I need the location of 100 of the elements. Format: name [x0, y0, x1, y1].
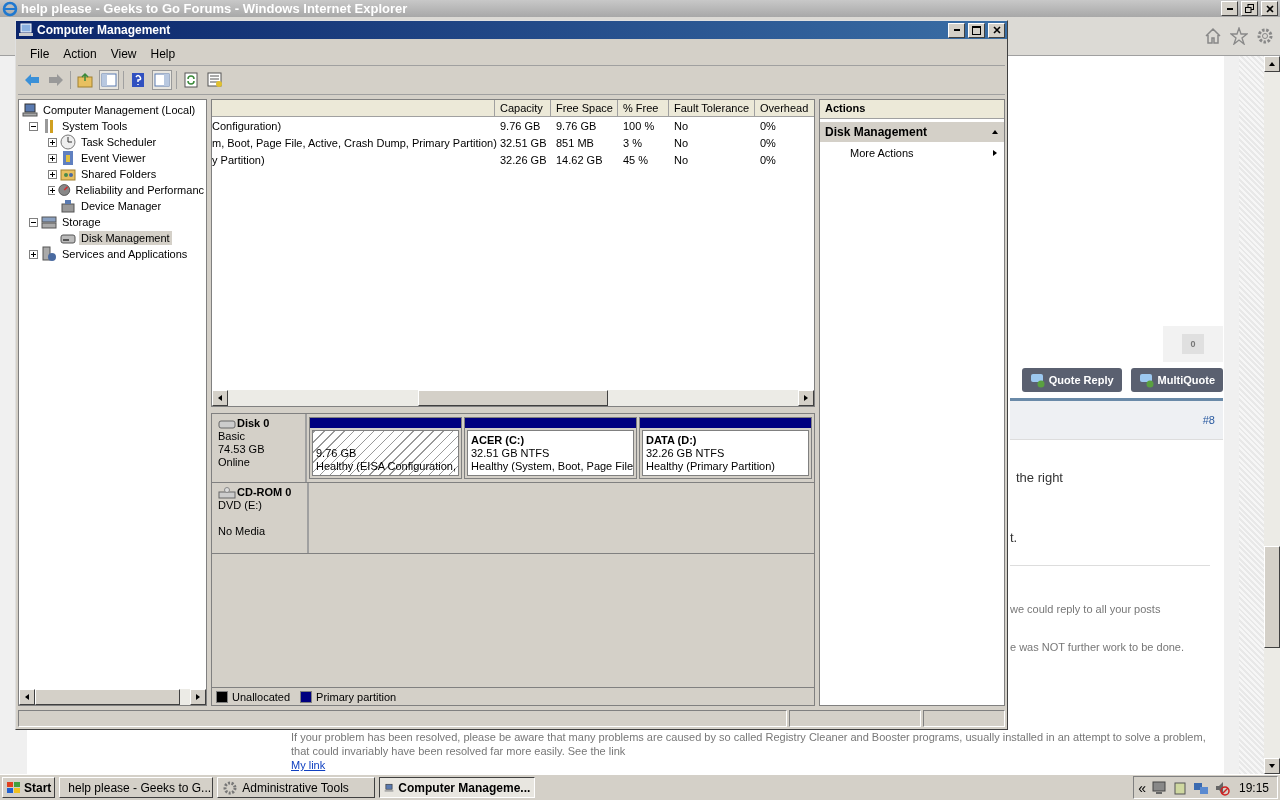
column-header[interactable]: Capacity: [494, 100, 550, 116]
menu-item[interactable]: Help: [144, 45, 182, 63]
maximize-button[interactable]: [968, 22, 985, 38]
table-cell-text: 14.62 GB: [555, 153, 604, 166]
arrow-icon: [23, 693, 31, 701]
services-icon: [41, 246, 57, 262]
computer-icon: [22, 102, 38, 118]
close-button[interactable]: [1261, 1, 1278, 16]
close-button[interactable]: [988, 22, 1005, 38]
minimize-icon: [1226, 7, 1233, 10]
windows-logo-icon: [6, 779, 22, 796]
restore-icon: [1245, 4, 1254, 13]
column-header[interactable]: Free Space: [550, 100, 617, 116]
tree-item[interactable]: Event Viewer: [79, 151, 148, 165]
post-number[interactable]: #8: [1202, 414, 1215, 426]
forward-arrow-icon: [48, 72, 64, 88]
tree-item[interactable]: Disk Management: [79, 231, 172, 245]
minimize-icon: [953, 29, 960, 31]
actions-title: Actions: [820, 100, 1004, 119]
browser-logo-icon: [2, 0, 18, 17]
column-header[interactable]: % Free: [617, 100, 668, 116]
expand-icon[interactable]: [48, 153, 57, 163]
table-cell-text: 0%: [759, 136, 777, 149]
tree-item[interactable]: Computer Management (Local): [41, 103, 198, 117]
speech-bubble-icon: [1029, 372, 1046, 388]
post-text: t.: [1010, 530, 1019, 545]
tree-item[interactable]: Services and Applications: [60, 247, 190, 261]
cd-drive-icon: [218, 486, 236, 499]
arrow-icon: [1268, 60, 1276, 68]
home-icon: [1204, 27, 1222, 45]
disk-drive-icon: [218, 417, 236, 430]
signature-text: that could invariably have been resolved far more easily. See the link: [291, 744, 627, 758]
expand-icon[interactable]: [29, 249, 38, 259]
refresh-icon: [183, 72, 199, 88]
partition[interactable]: ACER (C:) 32.51 GB NTFS Healthy (System, Boot, Page File: [464, 417, 637, 479]
table-cell-text: 9.76 GB: [499, 119, 542, 132]
tray-expand-button[interactable]: «: [1138, 779, 1146, 796]
partition[interactable]: DATA (D:) 32.26 GB NTFS Healthy (Primary Partition): [639, 417, 812, 479]
export-button[interactable]: [205, 70, 225, 90]
disk-info: DVD (E:): [218, 499, 263, 512]
table-cell-text: 32.26 GB: [499, 153, 548, 166]
log-icon: [60, 150, 76, 166]
table-cell-text: No: [673, 153, 690, 166]
signature-text: If your problem has been resolved, please be aware that many problems are caused by so called Registry Cleaner and Booster programs, usually installed in an attempt to solve a problem,: [291, 730, 1206, 744]
taskbar-button[interactable]: Administrative Tools: [217, 777, 376, 798]
gear-icon: [222, 779, 239, 796]
disk-info: No Media: [218, 525, 267, 538]
tree-item[interactable]: Storage: [60, 215, 103, 229]
partition-info: Healthy (EISA Configuration,: [316, 460, 455, 473]
minimize-button[interactable]: [1221, 1, 1238, 16]
monitor-icon: [1150, 779, 1167, 796]
tree-item[interactable]: System Tools: [60, 119, 130, 133]
expand-icon[interactable]: [48, 169, 57, 179]
action-item[interactable]: More Actions: [820, 142, 1004, 164]
expand-icon[interactable]: [48, 185, 56, 195]
menu-item[interactable]: View: [104, 45, 143, 63]
taskbar-button[interactable]: help please - Geeks to G...: [59, 777, 214, 798]
partition-info: Healthy (Primary Partition): [646, 460, 776, 473]
collapse-icon[interactable]: [29, 121, 38, 131]
partition-name: DATA (D:): [646, 434, 698, 447]
menu-item[interactable]: Action: [57, 45, 103, 63]
collapse-icon[interactable]: [29, 217, 38, 227]
disk-name: CD-ROM 0: [218, 486, 301, 499]
panel-icon: [154, 72, 170, 88]
scroll-thumb[interactable]: [1264, 546, 1280, 648]
gauge-icon: [58, 182, 71, 198]
taskbar-button[interactable]: Computer Manageme...: [379, 777, 536, 798]
table-cell-text: 45 %: [622, 153, 650, 166]
signature-text: we could reply to all your posts: [1010, 603, 1162, 615]
menu-item[interactable]: File: [24, 45, 56, 63]
signature-link[interactable]: My link: [291, 758, 1206, 772]
column-header[interactable]: Overhead: [754, 100, 812, 116]
restore-button[interactable]: [1241, 1, 1258, 16]
close-icon: [992, 26, 1001, 34]
table-cell-text: 9.76 GB: [555, 119, 598, 132]
page-scrollbar[interactable]: [1264, 56, 1280, 774]
action-pane-button[interactable]: [152, 70, 172, 90]
legend-label: Primary partition: [316, 690, 397, 703]
star-icon: [1230, 27, 1248, 45]
start-button[interactable]: Start: [2, 777, 56, 798]
refresh-button[interactable]: [181, 70, 201, 90]
legend-label: Unallocated: [232, 690, 291, 703]
quote-button[interactable]: Quote Reply: [1021, 368, 1122, 392]
tree-item[interactable]: Shared Folders: [79, 167, 159, 181]
partition[interactable]: 9.76 GB Healthy (EISA Configuration,: [309, 417, 462, 479]
table-cell-text: 0%: [759, 119, 777, 132]
tree-toggle-button[interactable]: [99, 70, 119, 90]
post-text: the right: [1016, 470, 1064, 485]
minimize-button[interactable]: [948, 22, 965, 38]
help-icon: [130, 72, 146, 88]
quote-button[interactable]: MultiQuote: [1130, 368, 1223, 392]
tree-item[interactable]: Reliability and Performanc: [73, 183, 206, 197]
horizontal-scrollbar[interactable]: [212, 390, 814, 406]
tree-item[interactable]: Device Manager: [79, 199, 164, 213]
tree-item[interactable]: Task Scheduler: [79, 135, 159, 149]
column-header[interactable]: Fault Tolerance: [668, 100, 754, 116]
horizontal-scrollbar[interactable]: [19, 689, 206, 705]
arrow-icon: [194, 693, 202, 701]
expand-icon[interactable]: [48, 137, 57, 147]
actions-section[interactable]: Disk Management: [820, 122, 1004, 142]
